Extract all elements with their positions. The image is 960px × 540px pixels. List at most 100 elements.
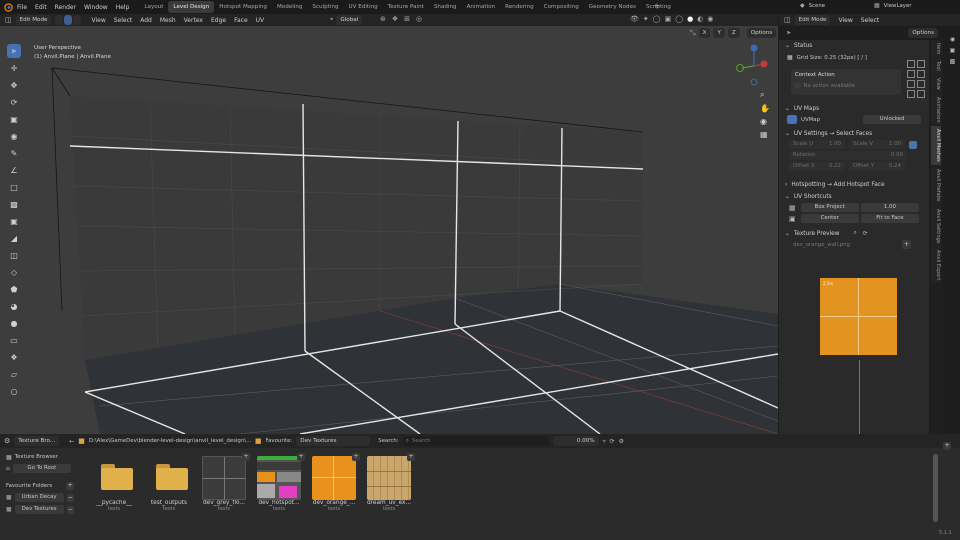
camera-view-icon[interactable]: ◉ bbox=[760, 117, 770, 126]
npanel-select-icon[interactable]: ⫸ bbox=[784, 28, 794, 38]
menu-vertex[interactable]: Vertex bbox=[180, 17, 207, 24]
preview-search-icon[interactable]: ⌕ bbox=[854, 230, 857, 237]
add-favourite-icon[interactable]: + bbox=[66, 482, 74, 490]
shear-icon[interactable]: ▱ bbox=[7, 367, 21, 381]
uv-shortcuts-section-header[interactable]: ⌄ UV Shortcuts bbox=[779, 191, 929, 203]
tile-dev-grey-floor[interactable]: + dev_grey_flo... tests bbox=[198, 453, 250, 512]
ntab-animation[interactable]: Animation bbox=[931, 93, 941, 126]
fit-to-face-button[interactable]: Fit to Face bbox=[860, 214, 919, 223]
scene-selector[interactable]: ◆ Scene bbox=[800, 2, 825, 9]
annotate-icon[interactable]: ✎ bbox=[7, 146, 21, 160]
gizmo-icon[interactable]: ✦ bbox=[643, 15, 649, 23]
output-icon[interactable]: ▩ bbox=[950, 58, 956, 65]
add-texture-icon[interactable]: + bbox=[242, 453, 250, 461]
xray-icon[interactable]: ▣ bbox=[665, 15, 672, 23]
bevel-icon[interactable]: ◢ bbox=[7, 231, 21, 245]
face-select-icon[interactable] bbox=[73, 15, 82, 25]
search-input[interactable] bbox=[412, 438, 532, 444]
tab-animation[interactable]: Animation bbox=[462, 1, 501, 13]
tab-shading[interactable]: Shading bbox=[429, 1, 462, 13]
grid-snap-icon[interactable] bbox=[917, 80, 925, 88]
grid-snap-icon[interactable] bbox=[907, 80, 915, 88]
add-texture-icon[interactable]: + bbox=[407, 453, 415, 461]
view-layer-selector[interactable]: ▦ ViewLayer bbox=[874, 2, 912, 9]
menu-render[interactable]: Render bbox=[51, 4, 80, 11]
menu-window[interactable]: Window bbox=[80, 4, 112, 11]
navigation-gizmo[interactable] bbox=[728, 42, 772, 86]
favourite-dropdown[interactable]: Dev Textures bbox=[296, 436, 371, 446]
grid-snap-icon[interactable] bbox=[917, 60, 925, 68]
render-icon[interactable]: ▣ bbox=[950, 47, 956, 54]
material-shading-icon[interactable]: ◐ bbox=[697, 15, 703, 23]
uv-settings-section-header[interactable]: ⌄ UV Settings → Select Faces bbox=[779, 128, 929, 140]
npanel-menu-select[interactable]: Select bbox=[857, 17, 884, 24]
ntab-item[interactable]: Item bbox=[931, 40, 941, 58]
options-dropdown[interactable]: Options bbox=[746, 28, 777, 38]
menu-add[interactable]: Add bbox=[136, 17, 156, 24]
refresh-icon[interactable]: ⟳ bbox=[610, 438, 615, 445]
knife-icon[interactable]: ◇ bbox=[7, 265, 21, 279]
tab-uv-editing[interactable]: UV Editing bbox=[344, 1, 383, 13]
texture-preview-section-header[interactable]: ⌄ Texture Preview ⌕ ⟳ bbox=[779, 227, 929, 240]
menu-edit[interactable]: Edit bbox=[31, 4, 51, 11]
add-cube-icon[interactable]: □ bbox=[7, 180, 21, 194]
tile-dev-orange[interactable]: + dev_orange_... tests bbox=[308, 453, 360, 512]
rotate-icon[interactable]: ⟳ bbox=[7, 95, 21, 109]
transform-icon[interactable]: ◉ bbox=[7, 129, 21, 143]
preview-refresh-icon[interactable]: ⟳ bbox=[863, 231, 868, 237]
ntab-anvil-meshes[interactable]: Anvil Meshes bbox=[931, 126, 941, 166]
snap-icon[interactable]: ❖ bbox=[392, 15, 398, 23]
tab-texture-paint[interactable]: Texture Paint bbox=[383, 1, 429, 13]
pivot-icon[interactable]: ⊛ bbox=[380, 15, 386, 23]
box-project-value[interactable]: 1.00 bbox=[860, 203, 919, 212]
add-workspace-icon[interactable]: + bbox=[654, 2, 660, 10]
unlocked-button[interactable]: Unlocked bbox=[863, 115, 921, 124]
go-to-root-button[interactable]: Go To Root bbox=[12, 464, 71, 473]
extrude-icon[interactable]: ▩ bbox=[7, 197, 21, 211]
tile-pycache[interactable]: __pycache__ tests bbox=[88, 456, 140, 512]
remove-favourite-icon[interactable]: − bbox=[66, 493, 74, 502]
browser-editor-icon[interactable]: ⚙ bbox=[4, 437, 10, 445]
npanel-mode-dropdown[interactable]: Edit Mode bbox=[794, 15, 831, 25]
npanel-menu-view[interactable]: View bbox=[834, 17, 856, 24]
ntab-anvil-prefabs[interactable]: Anvil Prefabs bbox=[931, 166, 941, 205]
menu-edge[interactable]: Edge bbox=[207, 17, 230, 24]
tab-layout[interactable]: Layout bbox=[139, 1, 168, 13]
wireframe-shading-icon[interactable]: ◯ bbox=[675, 15, 683, 23]
ntab-view[interactable]: View bbox=[931, 75, 941, 93]
menu-face[interactable]: Face bbox=[230, 17, 252, 24]
tab-compositing[interactable]: Compositing bbox=[539, 1, 584, 13]
vertex-select-icon[interactable] bbox=[55, 15, 64, 25]
tab-geometry-nodes[interactable]: Geometry Nodes bbox=[584, 1, 641, 13]
loop-cut-icon[interactable]: ◫ bbox=[7, 248, 21, 262]
menu-view[interactable]: View bbox=[87, 17, 109, 24]
edge-select-icon[interactable] bbox=[64, 15, 73, 25]
offset-y-field[interactable]: Offset Y 0.24 bbox=[849, 162, 905, 171]
npanel-options[interactable]: Options bbox=[908, 28, 938, 38]
uv-maps-section-header[interactable]: ⌄ UV Maps bbox=[779, 103, 929, 115]
menu-mesh[interactable]: Mesh bbox=[156, 17, 180, 24]
browser-add-icon[interactable]: + bbox=[943, 442, 951, 450]
mode-dropdown[interactable]: Edit Mode bbox=[15, 15, 52, 25]
axis-y[interactable]: Y bbox=[713, 28, 725, 38]
axis-x[interactable]: X bbox=[698, 28, 711, 38]
browser-scrollbar[interactable] bbox=[933, 454, 938, 522]
remove-favourite-icon[interactable]: − bbox=[66, 505, 74, 514]
grid-snap-icon[interactable] bbox=[917, 90, 925, 98]
inset-icon[interactable]: ▣ bbox=[7, 214, 21, 228]
tile-dream-uv[interactable]: + dream_uv_ex... tests bbox=[363, 453, 415, 512]
mirror-icon[interactable]: ⤡ bbox=[690, 29, 696, 38]
smooth-icon[interactable]: ● bbox=[7, 316, 21, 330]
shrink-icon[interactable]: ❖ bbox=[7, 350, 21, 364]
poly-build-icon[interactable]: ⬟ bbox=[7, 282, 21, 296]
scale-v-field[interactable]: Scale V 1.00 bbox=[849, 140, 905, 149]
cursor-icon[interactable]: ✛ bbox=[7, 61, 21, 75]
pan-hand-icon[interactable]: ✋ bbox=[760, 104, 770, 113]
menu-file[interactable]: File bbox=[13, 4, 31, 11]
npanel-editor-icon[interactable]: ◫ bbox=[784, 16, 791, 24]
zoom-icon[interactable]: ⌕ bbox=[760, 90, 770, 100]
fav-folder-urban-decay[interactable]: Urban Decay bbox=[14, 493, 64, 502]
rendered-shading-icon[interactable]: ◉ bbox=[707, 15, 713, 23]
fav-folder-dev-textures[interactable]: Dev Textures bbox=[14, 505, 64, 514]
tile-test-outputs[interactable]: test_outputs tests bbox=[143, 456, 195, 512]
